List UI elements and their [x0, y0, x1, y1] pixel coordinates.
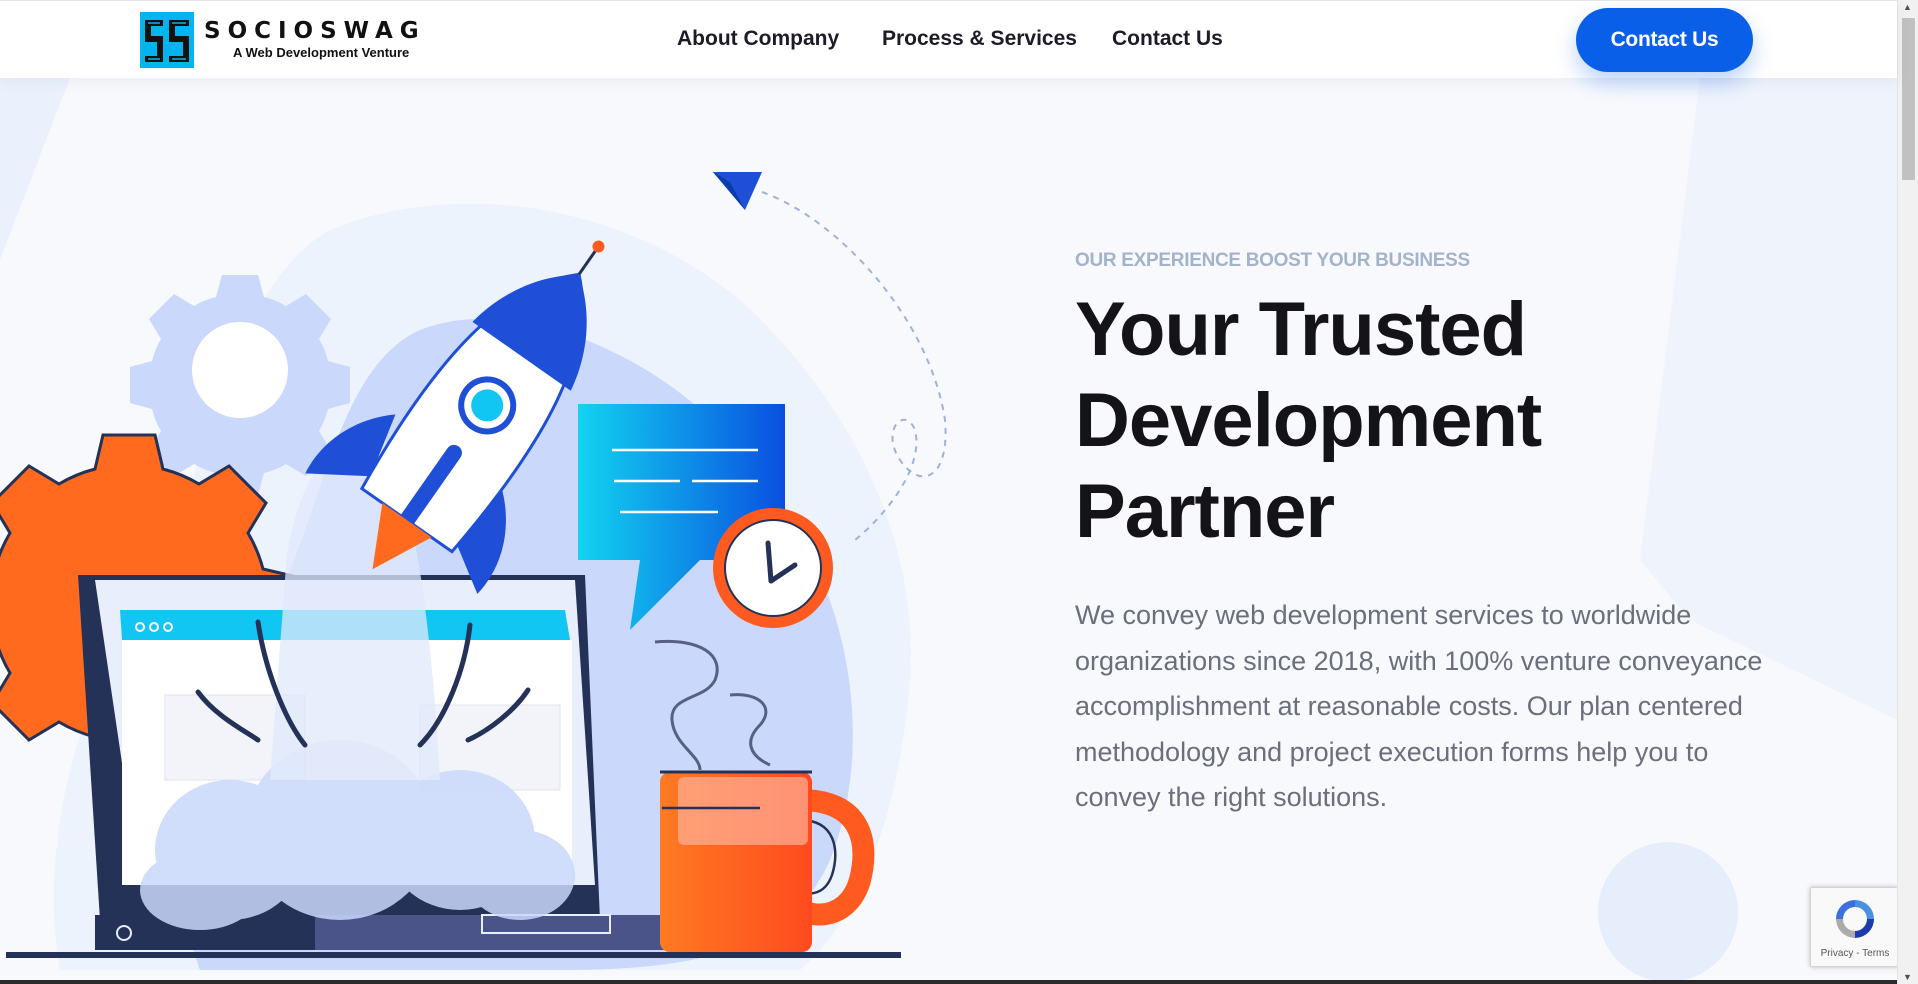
nav-item-about-company[interactable]: About Company [677, 27, 839, 51]
headline-line-2: Development [1075, 378, 1542, 463]
clock-icon [713, 508, 833, 628]
brand-logo[interactable]: SOCIOSWAG A Web Development Venture [140, 12, 440, 68]
nav-item-process-services[interactable]: Process & Services [882, 27, 1077, 51]
scroll-up-arrow-icon[interactable]: ▲ [1903, 2, 1912, 12]
hero-content: OUR EXPERIENCE BOOST YOUR BUSINESS Your … [1075, 250, 1795, 821]
contact-us-button[interactable]: Contact Us [1576, 8, 1753, 72]
terms-link[interactable]: Terms [1862, 948, 1889, 959]
recaptcha-icon [1836, 900, 1874, 938]
scroll-thumb[interactable] [1902, 18, 1915, 180]
brand-tagline: A Web Development Venture [233, 45, 410, 60]
link-separator: - [1853, 948, 1863, 959]
scroll-down-arrow-icon[interactable]: ▼ [1903, 972, 1912, 982]
nav-item-contact-us[interactable]: Contact Us [1112, 27, 1223, 51]
hero-illustration [0, 172, 947, 970]
headline-line-3: Partner [1075, 469, 1335, 554]
recaptcha-badge[interactable]: Privacy - Terms [1810, 887, 1898, 967]
privacy-link[interactable]: Privacy [1821, 948, 1854, 959]
page-scrollbar[interactable]: ▲ ▼ [1897, 0, 1918, 984]
logo-mark-icon [140, 12, 194, 68]
hero-headline: Your Trusted Development Partner [1075, 284, 1795, 557]
hero-eyebrow: OUR EXPERIENCE BOOST YOUR BUSINESS [1075, 250, 1470, 271]
recaptcha-links: Privacy - Terms [1811, 948, 1899, 959]
headline-line-1: Your Trusted [1075, 287, 1527, 372]
hero-description: We convey web development services to wo… [1075, 600, 1763, 812]
site-header: SOCIOSWAG A Web Development Venture Abou… [0, 0, 1897, 78]
brand-name: SOCIOSWAG [204, 18, 426, 44]
bottom-edge [0, 980, 1897, 984]
